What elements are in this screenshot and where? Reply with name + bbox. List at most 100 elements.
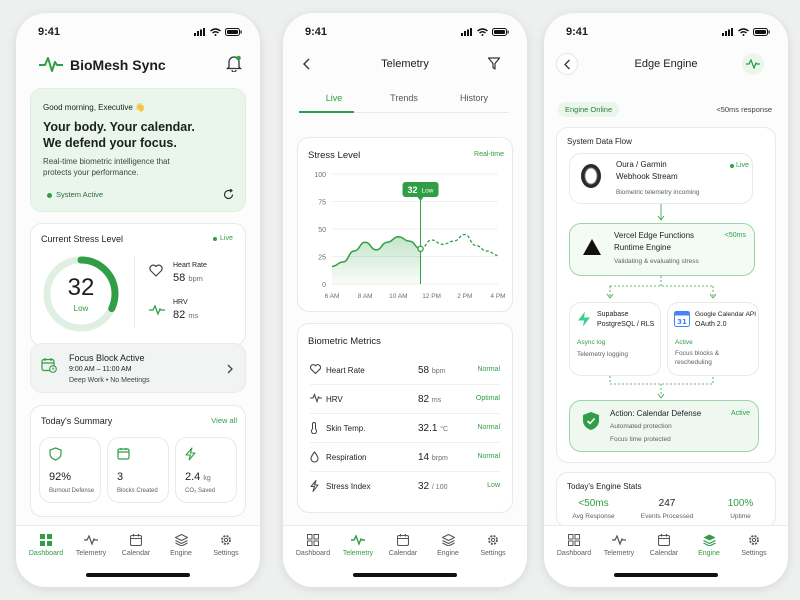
nav-dashboard[interactable]: Dashboard — [291, 534, 335, 557]
y-tick-label: 100 — [314, 172, 326, 179]
bottom-nav: Dashboard Telemetry Calendar Engine Sett… — [16, 525, 260, 587]
nav-dashboard[interactable]: Dashboard — [24, 534, 68, 557]
metric-value: 58 — [418, 365, 430, 376]
nav-label: Calendar — [121, 550, 151, 557]
tab-live[interactable]: Live — [299, 93, 369, 103]
metric-value: 14 — [418, 452, 430, 463]
x-tick-label: 4 PM — [490, 293, 505, 300]
highlight-point — [417, 245, 424, 253]
nav-telemetry[interactable]: Telemetry — [69, 534, 113, 557]
focus-block-card[interactable]: Focus Block Active 9:00 AM – 11:00 AM De… — [30, 343, 246, 393]
svg-text:31: 31 — [677, 318, 687, 326]
nav-label: Calendar — [388, 550, 418, 557]
metric-name: Skin Temp. — [326, 424, 366, 433]
stress-card-title: Current Stress Level — [41, 234, 124, 244]
metric-row-heart-rate: Heart Rate 58 bpm Normal — [310, 356, 500, 385]
metric-name: Respiration — [326, 453, 367, 462]
metric-value-group: 32.1 °C — [418, 423, 448, 434]
nav-settings[interactable]: Settings — [732, 534, 776, 557]
chevron-right-icon — [227, 364, 233, 374]
nav-settings[interactable]: Settings — [204, 534, 248, 557]
tooltip-value: 32 — [408, 185, 418, 195]
lightning-icon — [185, 447, 196, 461]
metric-status: Normal — [477, 453, 500, 460]
logo-icon — [39, 57, 63, 72]
nav-settings[interactable]: Settings — [471, 534, 515, 557]
metric-value: 32.1 — [418, 423, 438, 434]
summary-item: 3 Blocks Created — [107, 437, 169, 503]
heart-rate-value-group: 58 bpm — [173, 272, 203, 284]
y-tick-label: 75 — [318, 200, 326, 207]
oura-node: Oura / Garmin Webhook Stream Live Biomet… — [569, 153, 753, 204]
nav-calendar[interactable]: Calendar — [381, 534, 425, 557]
nav-calendar[interactable]: Calendar — [642, 534, 686, 557]
vercel-badge: <50ms — [724, 232, 746, 239]
y-tick-label: 50 — [318, 227, 326, 234]
x-tick-label: 12 PM — [422, 293, 441, 300]
notification-bell-icon[interactable] — [226, 55, 242, 72]
summary-item: 92% Burnout Defense — [39, 437, 101, 503]
calendar-icon — [658, 534, 670, 546]
y-tick-label: 0 — [322, 282, 326, 289]
status-bar: 9:41 — [566, 25, 770, 39]
greeting-text: Good morning, Executive 👋 — [43, 103, 146, 112]
gcal-node: 31 Google Calendar API OAuth 2.0 Active … — [667, 302, 759, 376]
supabase-description: Telemetry logging — [577, 351, 628, 358]
vercel-node: Vercel Edge Functions Runtime Engine <50… — [569, 223, 755, 276]
nav-label: Calendar — [649, 550, 679, 557]
metrics-title: Biometric Metrics — [308, 336, 381, 347]
nav-calendar[interactable]: Calendar — [114, 534, 158, 557]
summary-item: 2.4 kg CO₂ Saved — [175, 437, 237, 503]
nav-telemetry[interactable]: Telemetry — [336, 534, 380, 557]
signal-icon — [461, 28, 472, 36]
nav-label: Engine — [170, 550, 192, 557]
summary-value: 92% — [49, 471, 72, 483]
focus-subtitle: Deep Work • No Meetings — [69, 377, 150, 384]
stat-value: <50ms — [578, 498, 609, 509]
refresh-icon[interactable] — [223, 189, 234, 200]
heart-icon — [310, 364, 321, 374]
heart-rate-label: Heart Rate — [173, 262, 207, 269]
chart-title: Stress Level — [308, 150, 361, 161]
nav-engine[interactable]: Engine — [426, 534, 470, 557]
action-description-2: Focus time protected — [610, 436, 671, 443]
shield-check-icon — [583, 412, 599, 430]
gcal-description: Focus blocks & rescheduling — [675, 350, 720, 366]
tab-trends[interactable]: Trends — [369, 93, 439, 103]
metric-unit: ms — [431, 397, 442, 404]
tab-history[interactable]: History — [439, 93, 509, 103]
hero-card: Good morning, Executive 👋 Your body. You… — [30, 88, 246, 212]
layers-icon — [702, 534, 716, 546]
nav-engine[interactable]: Engine — [159, 534, 203, 557]
supabase-bolt-icon — [578, 311, 590, 327]
summary-value-group: 2.4 kg — [185, 471, 211, 483]
engine-online-pill: Engine Online — [558, 102, 620, 117]
x-tick-label: 2 PM — [457, 293, 472, 300]
status-time: 9:41 — [566, 26, 589, 38]
series-line-projected — [420, 233, 499, 257]
metric-value-group: 14 brpm — [418, 452, 448, 463]
divider — [134, 256, 135, 328]
live-dot — [730, 164, 734, 168]
google-calendar-icon: 31 — [674, 311, 690, 327]
telemetry-icon — [84, 534, 98, 546]
hrv-unit: ms — [188, 311, 199, 320]
status-bar: 9:41 — [305, 25, 509, 39]
calendar-icon — [117, 448, 130, 460]
x-tick-label: 8 AM — [358, 293, 373, 300]
droplet-icon — [310, 451, 319, 463]
summary-view-all-link[interactable]: View all — [211, 416, 237, 425]
nav-telemetry[interactable]: Telemetry — [597, 534, 641, 557]
signal-icon — [722, 28, 733, 36]
hrv-value-group: 82 ms — [173, 309, 198, 321]
calendar-icon — [397, 534, 409, 546]
nav-engine[interactable]: Engine — [687, 534, 731, 557]
activity-button[interactable] — [742, 53, 764, 75]
metric-status: Normal — [477, 366, 500, 373]
metric-status: Low — [487, 482, 500, 489]
filter-icon[interactable] — [488, 57, 500, 70]
nav-dashboard[interactable]: Dashboard — [552, 534, 596, 557]
metric-unit: brpm — [431, 455, 448, 462]
hrv-value: 82 — [173, 309, 186, 321]
oura-description: Biometric telemetry incoming — [616, 189, 700, 196]
